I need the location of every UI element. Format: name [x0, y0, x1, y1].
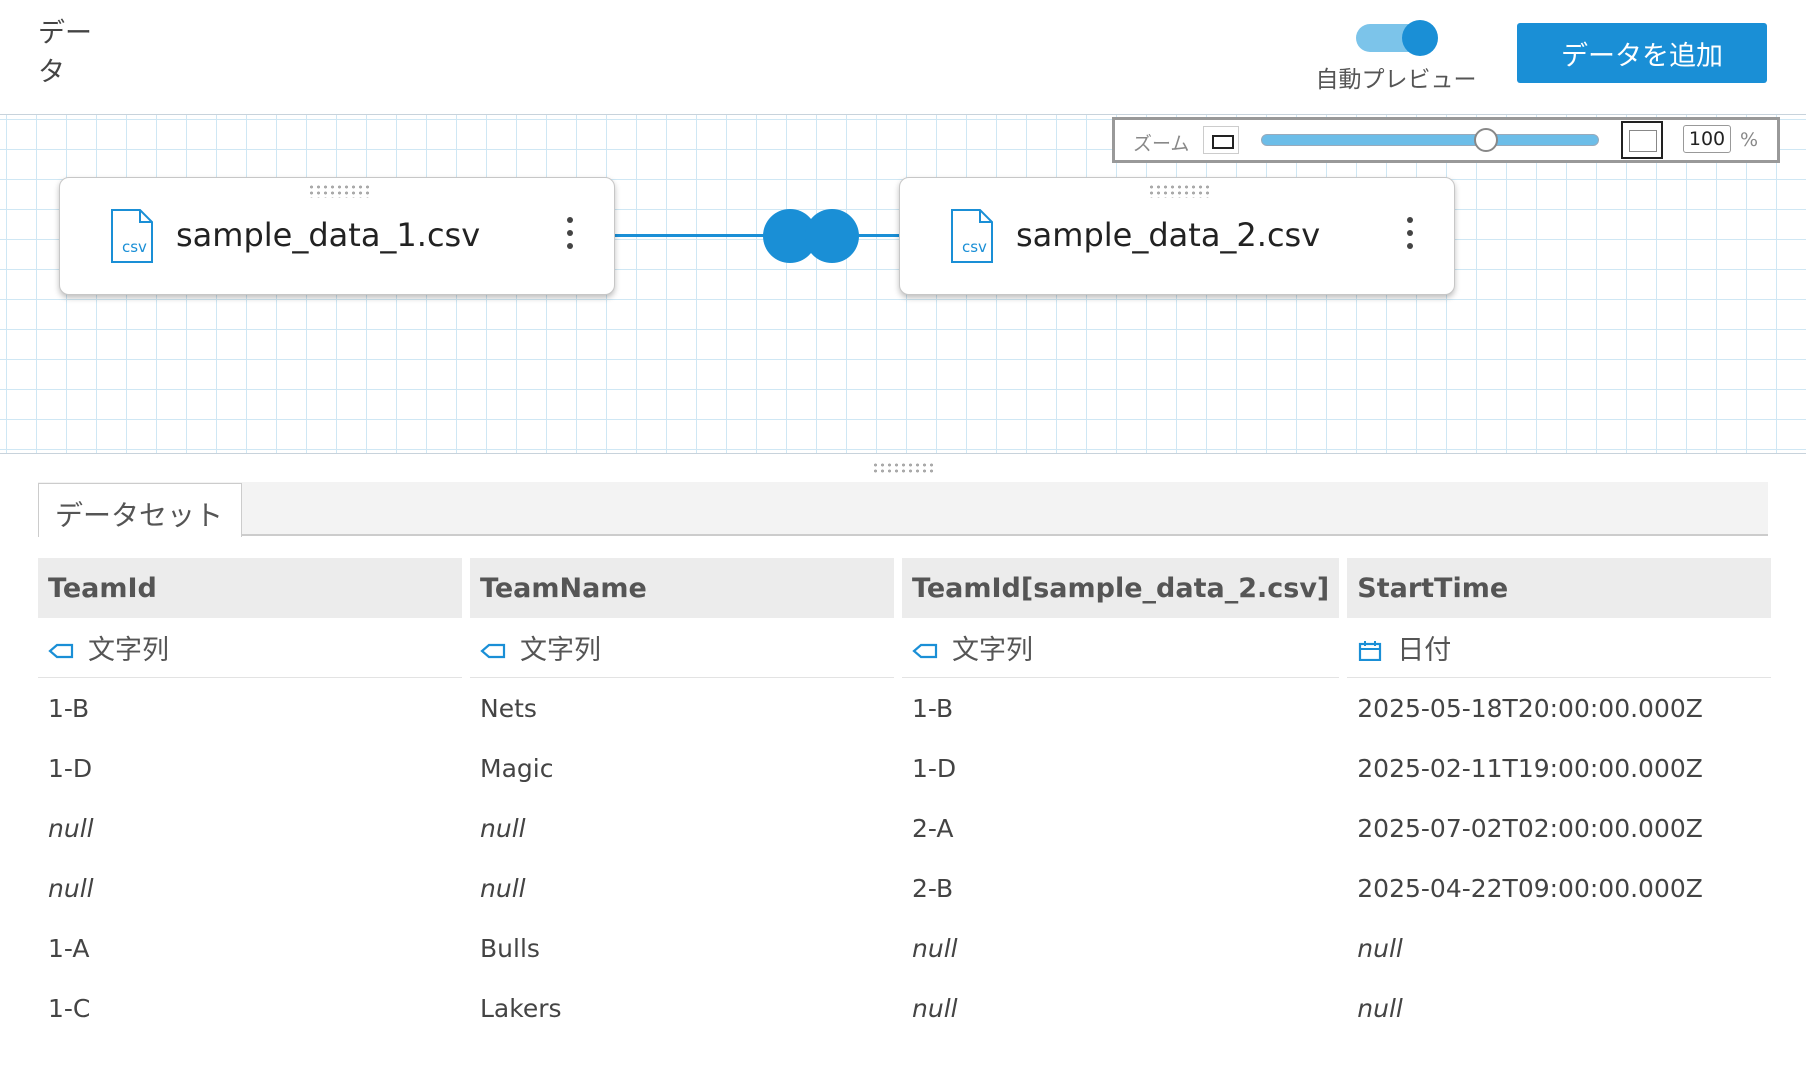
- auto-preview-label: 自動プレビュー: [1315, 67, 1477, 93]
- table-cell: null: [912, 993, 958, 1023]
- table-cell: null: [1357, 933, 1403, 963]
- table-cell: 1-B: [912, 693, 954, 723]
- table-cell: null: [1357, 993, 1403, 1023]
- column-header[interactable]: TeamId: [38, 558, 462, 618]
- zoom-percent-input[interactable]: 100: [1683, 125, 1731, 153]
- table-cell: null: [48, 813, 94, 843]
- table-cell: 1-C: [48, 993, 91, 1023]
- calendar-icon: [1359, 641, 1382, 661]
- auto-preview-toggle[interactable]: [1356, 20, 1438, 56]
- table-cell: Bulls: [480, 933, 540, 963]
- table-cell: 2025-07-02T02:00:00.000Z: [1357, 813, 1703, 843]
- dataset-node[interactable]: csv sample_data_1.csv: [59, 177, 615, 295]
- table-cell: 2-A: [912, 813, 954, 843]
- top-bar: データ 自動プレビュー データを追加: [0, 0, 1806, 114]
- zoom-fit-icon[interactable]: [1621, 121, 1663, 159]
- table-row: null null 2-A 2025-07-02T02:00:00.000Z: [38, 798, 1771, 858]
- drag-handle[interactable]: [1148, 184, 1210, 198]
- column-type-label: 文字列: [952, 635, 1033, 666]
- column-header[interactable]: TeamName: [470, 558, 894, 618]
- table-cell: 1-D: [912, 753, 957, 783]
- column-header[interactable]: StartTime: [1347, 558, 1772, 618]
- join-venn-icon[interactable]: [763, 209, 859, 263]
- zoom-slider[interactable]: [1261, 128, 1599, 152]
- add-data-button[interactable]: データを追加: [1517, 23, 1767, 83]
- column-type-label: 文字列: [88, 635, 169, 666]
- table-cell: 1-B: [48, 693, 90, 723]
- table-cell: Magic: [480, 753, 554, 783]
- zoom-slider-thumb[interactable]: [1473, 128, 1498, 152]
- table-row: 1-D Magic 1-D 2025-02-11T19:00:00.000Z: [38, 738, 1771, 798]
- toggle-knob[interactable]: [1402, 20, 1438, 56]
- table-cell: 1-A: [48, 933, 90, 963]
- preview-tab-strip: データセット: [38, 482, 1768, 537]
- tag-icon: [48, 643, 74, 659]
- table-row: null null 2-B 2025-04-22T09:00:00.000Z: [38, 858, 1771, 918]
- column-type-label: 文字列: [520, 635, 601, 666]
- table-cell: null: [480, 873, 526, 903]
- dataset-node-name: sample_data_2.csv: [1016, 216, 1321, 254]
- join-canvas[interactable]: ズーム 100 % csv sample_data_1.csv csv samp…: [0, 114, 1806, 454]
- tag-icon: [480, 643, 506, 659]
- page-title: データ: [38, 18, 92, 88]
- table-cell: null: [480, 813, 526, 843]
- table-cell: null: [912, 933, 958, 963]
- zoom-toolbar: ズーム 100 %: [1112, 117, 1780, 163]
- panel-resize-handle[interactable]: [872, 462, 934, 474]
- table-cell: 2025-02-11T19:00:00.000Z: [1357, 753, 1703, 783]
- csv-icon-text: csv: [962, 238, 987, 256]
- table-cell: Lakers: [480, 993, 562, 1023]
- dataset-node[interactable]: csv sample_data_2.csv: [899, 177, 1455, 295]
- column-header[interactable]: TeamId[sample_data_2.csv]: [902, 558, 1340, 618]
- csv-icon-text: csv: [122, 238, 147, 256]
- csv-file-icon: csv: [111, 209, 153, 263]
- table-cell: 2025-05-18T20:00:00.000Z: [1357, 693, 1703, 723]
- zoom-label: ズーム: [1133, 133, 1190, 155]
- tab-dataset[interactable]: データセット: [38, 483, 242, 537]
- table-row: 1-A Bulls null null: [38, 918, 1771, 978]
- table-cell: 1-D: [48, 753, 93, 783]
- csv-file-icon: csv: [951, 209, 993, 263]
- join-link-right: [857, 234, 899, 237]
- preview-table: TeamId TeamName TeamId[sample_data_2.csv…: [30, 558, 1779, 1038]
- column-type-cell[interactable]: 日付: [1347, 618, 1772, 678]
- table-cell: Nets: [480, 693, 537, 723]
- table-cell: 2025-04-22T09:00:00.000Z: [1357, 873, 1703, 903]
- more-options-icon[interactable]: [564, 214, 576, 254]
- tag-icon: [912, 643, 938, 659]
- auto-preview-toggle-group: 自動プレビュー: [1306, 16, 1486, 96]
- table-cell: 2-B: [912, 873, 954, 903]
- drag-handle[interactable]: [308, 184, 370, 198]
- column-type-row: 文字列 文字列 文字列 日付: [38, 618, 1772, 678]
- table-row: 1-C Lakers null null: [38, 978, 1771, 1038]
- zoom-unit: %: [1740, 129, 1759, 151]
- column-type-cell[interactable]: 文字列: [38, 618, 462, 678]
- join-link-left: [615, 234, 765, 237]
- table-header-row: TeamId TeamName TeamId[sample_data_2.csv…: [38, 558, 1772, 618]
- column-type-label: 日付: [1397, 635, 1452, 666]
- table-row: 1-B Nets 1-B 2025-05-18T20:00:00.000Z: [38, 678, 1771, 738]
- zoom-out-icon[interactable]: [1203, 126, 1239, 154]
- column-type-cell[interactable]: 文字列: [902, 618, 1340, 678]
- column-type-cell[interactable]: 文字列: [470, 618, 894, 678]
- more-options-icon[interactable]: [1404, 214, 1416, 254]
- dataset-node-name: sample_data_1.csv: [176, 216, 481, 254]
- table-cell: null: [48, 873, 94, 903]
